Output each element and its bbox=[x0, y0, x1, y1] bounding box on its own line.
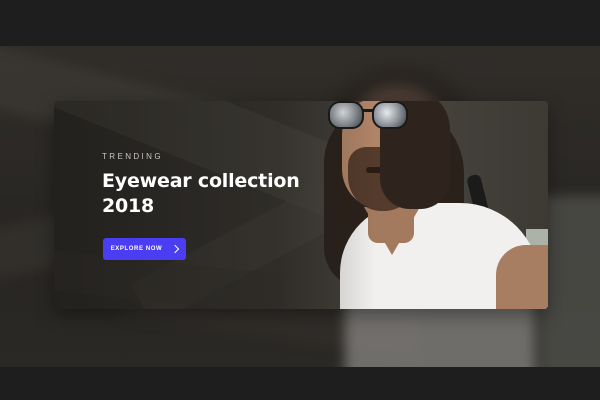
explore-now-button[interactable]: EXPLORE NOW bbox=[103, 238, 186, 260]
chevron-right-icon bbox=[171, 244, 180, 254]
hero-banner: TRENDING Eyewear collection 2018 EXPLORE… bbox=[54, 101, 548, 309]
hero-eyebrow: TRENDING bbox=[102, 152, 163, 161]
page: TRENDING Eyewear collection 2018 EXPLORE… bbox=[0, 0, 600, 400]
hero-title: Eyewear collection 2018 bbox=[102, 170, 300, 217]
explore-now-label: EXPLORE NOW bbox=[110, 246, 163, 252]
